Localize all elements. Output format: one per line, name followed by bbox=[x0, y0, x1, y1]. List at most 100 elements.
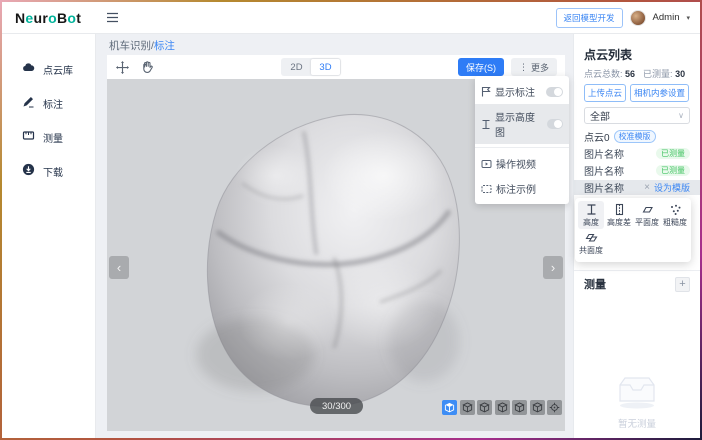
show-heightmap-toggle[interactable] bbox=[547, 119, 563, 129]
pointcloud-name: 点云0 bbox=[584, 129, 610, 144]
empty-box-icon bbox=[613, 371, 661, 409]
show-annotation-toggle[interactable] bbox=[546, 87, 563, 97]
image-list-item[interactable]: 图片名称 已测量 bbox=[584, 146, 690, 161]
empty-state: 暂无测量 bbox=[574, 371, 700, 430]
tool-label: 粗糙度 bbox=[663, 217, 687, 228]
view-reset-button[interactable] bbox=[547, 400, 562, 415]
tool-height-diff[interactable]: 高度差 bbox=[606, 201, 632, 229]
calibration-template-badge: 校准模版 bbox=[614, 130, 656, 143]
menu-item-tutorial-video[interactable]: 操作视频 bbox=[475, 151, 569, 176]
tool-flatness[interactable]: 平面度 bbox=[634, 201, 660, 229]
example-icon bbox=[481, 184, 492, 194]
total-label: 点云总数: bbox=[584, 69, 623, 79]
header-main: 返回模型开发 Admin ▾ bbox=[96, 2, 700, 33]
cube-icon bbox=[479, 402, 490, 413]
target-icon bbox=[549, 402, 560, 413]
sidebar-item-measure[interactable]: 测量 bbox=[2, 120, 95, 154]
view-orientation-bar bbox=[442, 400, 562, 415]
image-list-item-selected[interactable]: 图片名称 × 设为模版 bbox=[574, 180, 700, 195]
logo-letter: o bbox=[67, 10, 76, 26]
menu-item-label: 显示高度图 bbox=[495, 109, 543, 139]
menu-item-show-heightmap[interactable]: 显示高度图 bbox=[475, 104, 569, 144]
logo-letter: N bbox=[15, 10, 25, 26]
more-button[interactable]: ⋮ 更多 bbox=[511, 58, 557, 76]
pan-hand-tool-icon[interactable] bbox=[140, 60, 154, 74]
sidebar-item-pointcloud-library[interactable]: 点云库 bbox=[2, 52, 95, 86]
user-avatar[interactable] bbox=[630, 10, 646, 26]
cube-icon bbox=[497, 402, 508, 413]
app-page: N e u r o B o t 返回模型开发 Admin ▾ bbox=[2, 2, 700, 438]
video-icon bbox=[481, 159, 492, 169]
logo-letter: o bbox=[48, 10, 57, 26]
image-name: 图片名称 bbox=[584, 146, 624, 161]
pen-icon bbox=[22, 95, 35, 111]
image-list-item[interactable]: 图片名称 已测量 bbox=[584, 163, 690, 178]
next-image-button[interactable]: › bbox=[543, 256, 563, 279]
filter-select[interactable]: 全部 ∨ bbox=[584, 107, 690, 124]
tool-height[interactable]: 高度 bbox=[578, 201, 604, 229]
set-as-template-link[interactable]: 设为模版 bbox=[654, 181, 690, 194]
cube-icon bbox=[462, 402, 473, 413]
panel-actions: 上传点云 相机内参设置 bbox=[584, 84, 690, 102]
tool-roughness[interactable]: 粗糙度 bbox=[662, 201, 688, 229]
prev-image-button[interactable]: ‹ bbox=[109, 256, 129, 279]
breadcrumb-parent[interactable]: 机车识别 bbox=[109, 40, 151, 52]
filter-value: 全部 bbox=[590, 108, 610, 123]
chevron-down-icon: ∨ bbox=[678, 111, 684, 120]
ruler-icon bbox=[22, 129, 35, 145]
menu-item-annotation-example[interactable]: 标注示例 bbox=[475, 176, 569, 201]
height-diff-icon bbox=[613, 203, 626, 216]
image-counter: 30/300 bbox=[310, 398, 363, 414]
measured-label: 已测量: bbox=[643, 69, 673, 79]
tool-label: 平面度 bbox=[635, 217, 659, 228]
image-name: 图片名称 bbox=[584, 180, 624, 195]
upload-pointcloud-button[interactable]: 上传点云 bbox=[584, 84, 626, 102]
mode-2d-button[interactable]: 2D bbox=[282, 59, 311, 75]
add-measure-button[interactable]: + bbox=[675, 277, 690, 292]
pointcloud-item[interactable]: 点云0 校准模版 bbox=[584, 129, 690, 144]
header-right: 返回模型开发 Admin ▾ bbox=[556, 8, 690, 28]
menu-divider bbox=[475, 147, 569, 148]
measure-tools-popup: 高度 高度差 平面度 粗糙度 共面度 bbox=[575, 198, 691, 262]
status-badge: 已测量 bbox=[656, 165, 690, 176]
view-default-button[interactable] bbox=[442, 400, 457, 415]
camera-intrinsics-button[interactable]: 相机内参设置 bbox=[630, 84, 689, 102]
menu-item-label: 操作视频 bbox=[496, 156, 536, 171]
height-map-icon bbox=[481, 119, 491, 130]
view-back-button[interactable] bbox=[477, 400, 492, 415]
cloud-icon bbox=[22, 61, 35, 77]
screenshot-frame: N e u r o B o t 返回模型开发 Admin ▾ bbox=[0, 0, 702, 440]
tool-label: 高度差 bbox=[607, 217, 631, 228]
menu-item-label: 标注示例 bbox=[496, 181, 536, 196]
view-left-button[interactable] bbox=[495, 400, 510, 415]
tool-label: 共面度 bbox=[579, 245, 603, 256]
save-button[interactable]: 保存(S) bbox=[458, 58, 504, 76]
chevron-right-icon: › bbox=[551, 260, 555, 275]
close-icon[interactable]: × bbox=[644, 182, 650, 193]
toolbar-actions: 保存(S) ⋮ 更多 bbox=[458, 58, 557, 76]
user-name[interactable]: Admin bbox=[653, 12, 680, 23]
return-model-dev-button[interactable]: 返回模型开发 bbox=[556, 8, 623, 28]
more-dots-icon: ⋮ bbox=[519, 62, 528, 73]
menu-item-show-annotation[interactable]: 显示标注 bbox=[475, 79, 569, 104]
logo-letter: u bbox=[34, 10, 43, 26]
pointcloud-list-title: 点云列表 bbox=[584, 46, 690, 63]
breadcrumb-current: 标注 bbox=[154, 40, 175, 52]
sidebar-item-label: 测量 bbox=[43, 130, 63, 145]
pointcloud-stats: 点云总数: 56 已测量: 30 bbox=[584, 67, 690, 80]
menu-collapse-icon[interactable] bbox=[106, 11, 119, 24]
move-tool-icon[interactable] bbox=[115, 60, 130, 75]
tooth-point-cloud-model[interactable] bbox=[182, 101, 487, 409]
view-top-button[interactable] bbox=[530, 400, 545, 415]
sidebar-item-annotate[interactable]: 标注 bbox=[2, 86, 95, 120]
coplanarity-icon bbox=[585, 231, 598, 244]
mode-3d-button[interactable]: 3D bbox=[311, 59, 340, 75]
flatness-icon bbox=[641, 203, 654, 216]
measure-section-header: 测量 + bbox=[574, 270, 700, 292]
cube-icon bbox=[514, 402, 525, 413]
tool-coplanarity[interactable]: 共面度 bbox=[578, 229, 604, 257]
sidebar-item-download[interactable]: 下载 bbox=[2, 154, 95, 188]
view-front-button[interactable] bbox=[460, 400, 475, 415]
view-right-button[interactable] bbox=[512, 400, 527, 415]
app-header: N e u r o B o t 返回模型开发 Admin ▾ bbox=[2, 2, 700, 34]
